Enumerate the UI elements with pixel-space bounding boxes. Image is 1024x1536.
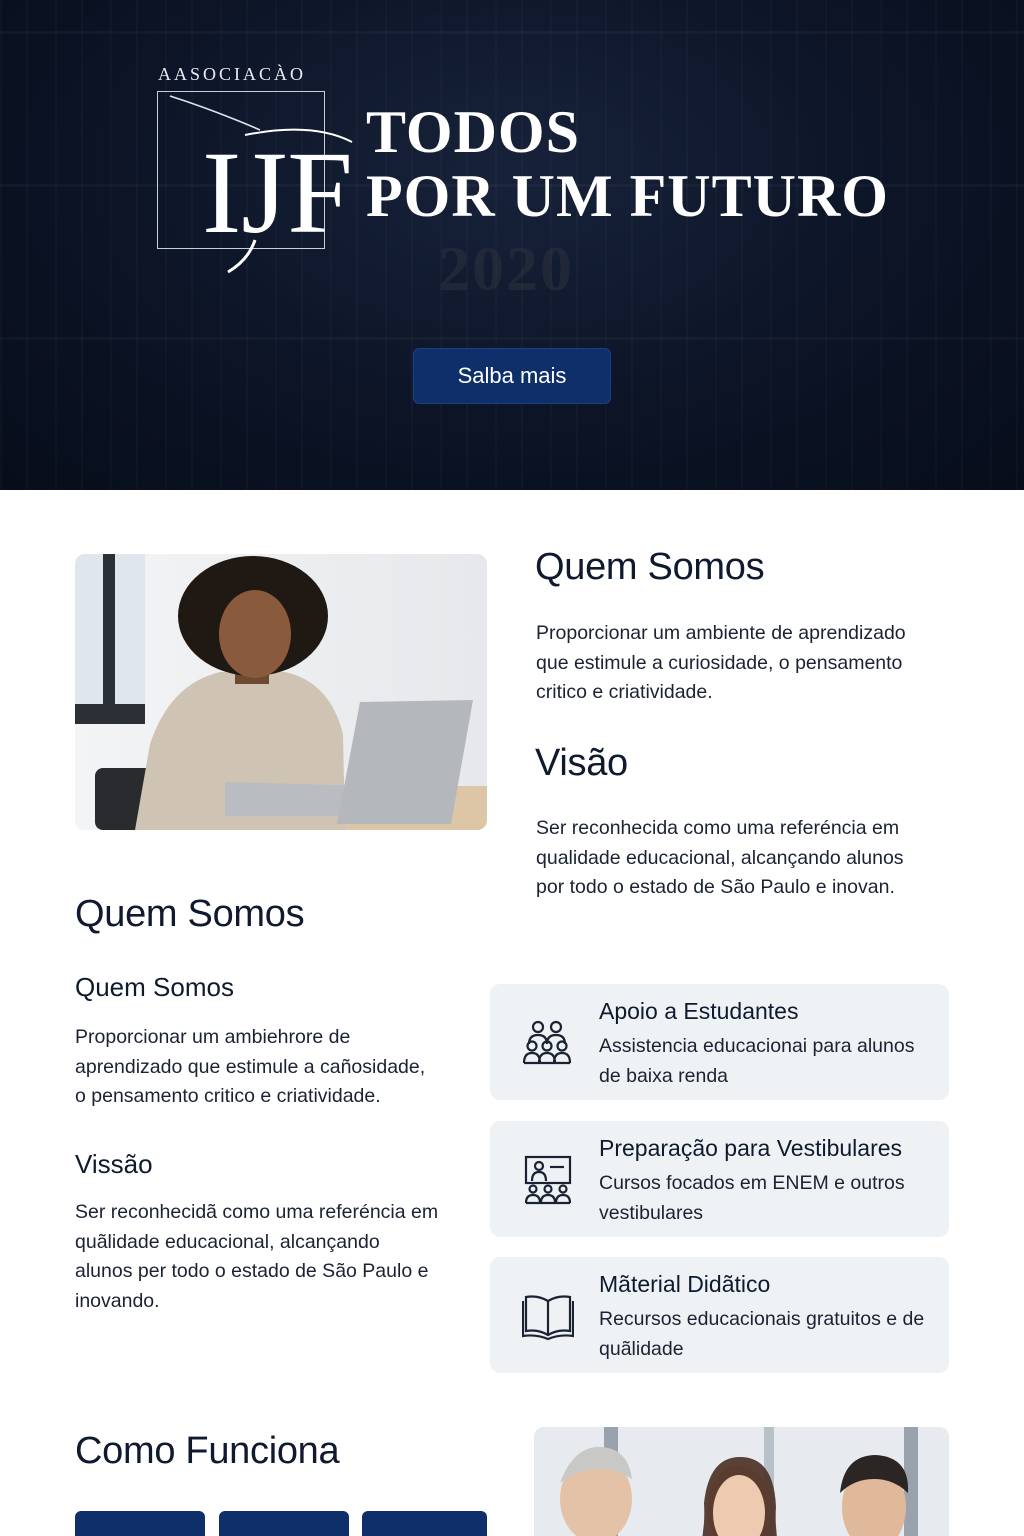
classroom-icon: [524, 1155, 572, 1205]
hero-title-line-1: TODOS: [366, 99, 580, 165]
logo-association-label: AASOCIACÀO: [158, 64, 307, 84]
about-text-who: Proporcionar um ambiente de aprendizado …: [536, 622, 906, 703]
service-card-student-support[interactable]: Apoio a Estudantes Assistencia educacion…: [490, 984, 949, 1100]
how-it-works-step-1[interactable]: [75, 1511, 205, 1536]
team-people-photo: [534, 1427, 949, 1536]
how-it-works-step-2[interactable]: [219, 1511, 349, 1536]
service-description: Cursos focados em ENEM e outros vestibul…: [599, 1172, 905, 1224]
how-it-works-title: Como Funciona: [75, 1430, 340, 1472]
student-laptop-photo: [75, 554, 487, 830]
how-it-works-step-3[interactable]: [362, 1511, 487, 1536]
learn-more-button[interactable]: Salba mais: [413, 348, 611, 404]
hero-watermark: 2020: [438, 233, 574, 304]
service-title: Mãterial Didãtico: [599, 1271, 771, 1297]
service-title: Apoio a Estudantes: [599, 998, 799, 1024]
service-title: Preparação para Vestibulares: [599, 1135, 903, 1161]
text-who: Proporcionar um ambiehrore de aprendizad…: [75, 1026, 426, 1107]
subheading-who: Quem Somos: [75, 972, 234, 1002]
subheading-vision: Vissão: [75, 1149, 153, 1179]
open-book-icon: [522, 1295, 574, 1341]
people-group-icon: [522, 1020, 572, 1065]
service-card-materials[interactable]: Mãterial Didãtico Recursos educacionais …: [490, 1257, 949, 1373]
section-title-quem-somos: Quem Somos: [75, 893, 305, 935]
service-card-exam-prep[interactable]: Preparação para Vestibulares Cursos foca…: [490, 1121, 949, 1237]
about-heading-vision: Visão: [535, 742, 628, 784]
hero-banner: 2020 AASOCIACÀO IJF TODOS POR UM FUTURO …: [0, 0, 1024, 490]
about-heading-who: Quem Somos: [535, 546, 765, 588]
text-vision: Ser reconhecidã como uma referéncia em q…: [75, 1201, 439, 1312]
hero-title-line-2: POR UM FUTURO: [366, 163, 889, 229]
hero-title: TODOS POR UM FUTURO: [366, 100, 889, 228]
service-description: Assistencia educacionai para alunos de b…: [599, 1035, 915, 1087]
service-description: Recursos educacionais gratuitos e de quã…: [599, 1308, 925, 1360]
logo-letters: IJF: [202, 127, 353, 258]
ijf-logo-mark: IJF: [169, 95, 353, 274]
about-text-vision: Ser reconhecida como uma referéncia em q…: [536, 817, 904, 898]
